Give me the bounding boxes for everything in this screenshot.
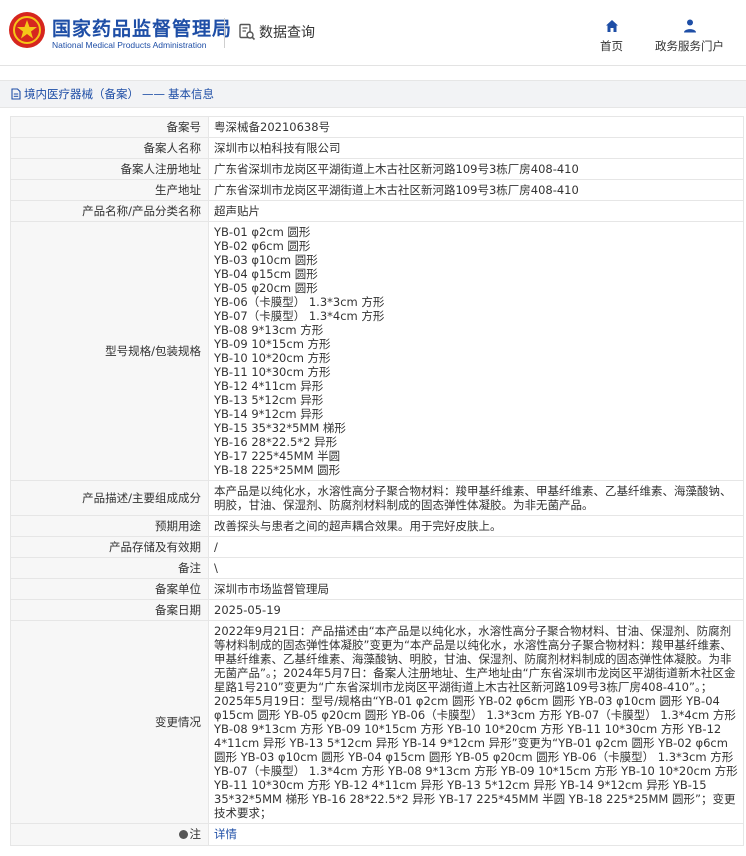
breadcrumb: 境内医疗器械（备案） —— 基本信息 [0,80,746,108]
field-label: 型号规格/包装规格 [10,221,209,481]
model-item: YB-01 φ2cm 圆形 [214,225,311,239]
data-query-label: 数据查询 [259,25,315,41]
site-header: 国家药品监督管理局 National Medical Products Admi… [0,0,746,66]
field-label: 变更情况 [10,620,209,824]
table-row: 产品存储及有效期 / [10,536,744,558]
table-row: 产品描述/主要组成成分 本产品是以纯化水，水溶性高分子聚合物材料：羧甲基纤维素、… [10,480,744,516]
change-history-value: 2022年9月21日：产品描述由“本产品是以纯化水，水溶性高分子聚合物材料、甘油… [208,620,744,824]
field-value: / [208,536,744,558]
model-item: YB-05 φ20cm 圆形 [214,281,318,295]
field-label: 产品存储及有效期 [10,536,209,558]
nav-portal-label: 政务服务门户 [655,39,724,53]
model-item: YB-11 10*30cm 方形 [214,365,331,379]
header-divider [224,18,225,48]
field-value: 改善探头与患者之间的超声耦合效果。用于完好皮肤上。 [208,515,744,537]
model-item: YB-18 225*25MM 圆形 [214,463,341,477]
table-row: 生产地址 广东省深圳市龙岗区平湖街道上木古社区新河路109号3栋厂房408-41… [10,179,744,201]
breadcrumb-separator: —— [142,87,165,101]
breadcrumb-section[interactable]: 境内医疗器械（备案） [24,86,139,102]
table-row: 备案单位 深圳市市场监督管理局 [10,578,744,600]
model-item: YB-09 10*15cm 方形 [214,337,331,351]
record-detail-table: 备案号 粤深械备20210638号 备案人名称 深圳市以柏科技有限公司 备案人注… [10,116,744,846]
table-row: 注 详情 [10,823,744,846]
table-row: 型号规格/包装规格 YB-01 φ2cm 圆形 YB-02 φ6cm 圆形 YB-0… [10,221,744,481]
field-value: 深圳市以柏科技有限公司 [208,137,744,159]
field-label: 备案人名称 [10,137,209,159]
field-label: 备注 [10,557,209,579]
model-item: YB-15 35*32*5MM 梯形 [214,421,346,435]
nav-home[interactable]: 首页 [600,18,623,54]
nav-home-label: 首页 [600,39,623,53]
field-label: 预期用途 [10,515,209,537]
model-item: YB-07（卡膜型） 1.3*4cm 方形 [214,309,385,323]
model-item: YB-03 φ10cm 圆形 [214,253,318,267]
model-item: YB-17 225*45MM 半圆 [214,449,341,463]
info-dot-icon [178,829,188,839]
field-label: 备案单位 [10,578,209,600]
field-label: 备案日期 [10,599,209,621]
table-row: 备案人名称 深圳市以柏科技有限公司 [10,137,744,159]
table-row: 预期用途 改善探头与患者之间的超声耦合效果。用于完好皮肤上。 [10,515,744,537]
model-list: YB-01 φ2cm 圆形 YB-02 φ6cm 圆形 YB-03 φ10cm 圆形… [208,221,744,481]
model-item: YB-04 φ15cm 圆形 [214,267,318,281]
field-value: 广东省深圳市龙岗区平湖街道上木古社区新河路109号3栋厂房408-410 [208,179,744,201]
field-value: \ [208,557,744,579]
model-item: YB-06（卡膜型） 1.3*3cm 方形 [214,295,385,309]
field-label: 生产地址 [10,179,209,201]
table-row: 备案号 粤深械备20210638号 [10,116,744,138]
field-label: 产品描述/主要组成成分 [10,480,209,516]
table-row: 备注 \ [10,557,744,579]
emblem-logo-icon[interactable] [8,11,46,49]
home-icon [605,20,618,32]
model-item: YB-14 9*12cm 异形 [214,407,324,421]
field-label: 备案人注册地址 [10,158,209,180]
model-item: YB-12 4*11cm 异形 [214,379,324,393]
note-label: 注 [178,827,202,841]
data-query-link[interactable]: 数据查询 [238,22,315,42]
table-row: 备案日期 2025-05-19 [10,599,744,621]
field-value: 粤深械备20210638号 [208,116,744,138]
field-value: 广东省深圳市龙岗区平湖街道上木古社区新河路109号3栋厂房408-410 [208,158,744,180]
field-label: 备案号 [10,116,209,138]
brand-title[interactable]: 国家药品监督管理局 [52,14,232,41]
note-value: 详情 [208,823,744,846]
model-item: YB-02 φ6cm 圆形 [214,239,311,253]
document-search-icon [239,23,256,41]
model-item: YB-08 9*13cm 方形 [214,323,324,337]
model-item: YB-16 28*22.5*2 异形 [214,435,338,449]
document-icon [11,88,21,100]
table-row: 产品名称/产品分类名称 超声贴片 [10,200,744,222]
model-item: YB-13 5*12cm 异形 [214,393,324,407]
table-row: 备案人注册地址 广东省深圳市龙岗区平湖街道上木古社区新河路109号3栋厂房408… [10,158,744,180]
field-value: 2025-05-19 [208,599,744,621]
details-link[interactable]: 详情 [214,827,237,841]
note-key-text: 注 [189,827,202,841]
table-row: 变更情况 2022年9月21日：产品描述由“本产品是以纯化水，水溶性高分子聚合物… [10,620,744,824]
breadcrumb-current: 基本信息 [168,87,214,101]
field-value: 超声贴片 [208,200,744,222]
field-value: 本产品是以纯化水，水溶性高分子聚合物材料：羧甲基纤维素、甲基纤维素、乙基纤维素、… [208,480,744,516]
field-value: 深圳市市场监督管理局 [208,578,744,600]
note-label-cell: 注 [10,823,209,846]
nav-government-portal[interactable]: 政务服务门户 [655,18,724,54]
brand-subtitle: National Medical Products Administration [52,40,207,50]
field-label: 产品名称/产品分类名称 [10,200,209,222]
user-icon [683,19,696,33]
model-item: YB-10 10*20cm 方形 [214,351,331,365]
